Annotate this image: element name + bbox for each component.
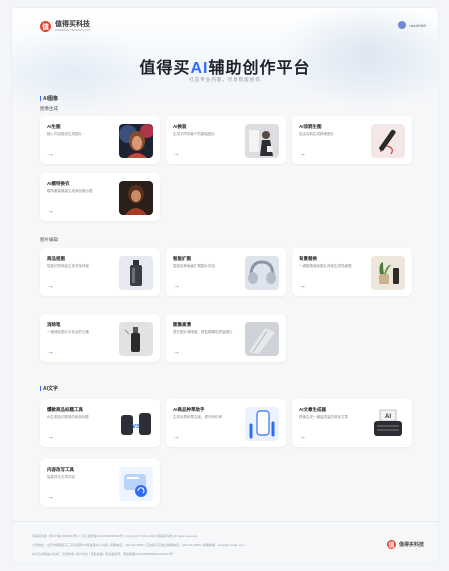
arrow-icon[interactable]: → xyxy=(173,434,180,441)
card-ai-doodle[interactable]: AI涂鸦生图 自由涂鸦生成精美图片 → xyxy=(292,116,412,164)
phone-earbuds-thumbnail xyxy=(245,407,279,441)
card-eraser[interactable]: 消除笔 一键消除图片中多余的元素 → xyxy=(40,314,160,362)
card-ai-model-outfit[interactable]: AI模特换衣 模特服装换装生成商品展示图 → xyxy=(40,173,160,221)
headphones-thumbnail xyxy=(245,256,279,290)
pen-drawing-thumbnail xyxy=(371,124,405,158)
model-fashion-thumbnail xyxy=(119,181,153,215)
card-smart-expand[interactable]: 智能扩图 智能延伸画面扩展图片内容 → xyxy=(166,248,286,296)
logo-subtitle: ZHIDEMAI TECHNOLOGY xyxy=(55,28,92,32)
footer-logo-name: 值得买科技 xyxy=(398,542,424,548)
card-title-tool[interactable]: 爆款商品标题工具 AI生成吸引眼球的商品标题 → vs xyxy=(40,399,160,447)
site-logo[interactable]: 值 值得买科技 ZHIDEMAI TECHNOLOGY xyxy=(40,21,91,32)
card-ai-outfit[interactable]: AI换装 生成不同场景下的服装图片 → xyxy=(166,116,286,164)
arrow-icon[interactable]: → xyxy=(299,434,306,441)
products-vs-thumbnail: vs xyxy=(119,407,153,441)
bottle-eraser-thumbnail xyxy=(119,322,153,356)
user-menu[interactable]: user6389 xyxy=(398,21,426,29)
card-product-cutout[interactable]: 商品抠图 智能识别商品主体去除背景 → xyxy=(40,248,160,296)
arrow-icon[interactable]: → xyxy=(173,349,180,356)
arrow-icon[interactable]: → xyxy=(47,494,54,501)
perfume-bottle-thumbnail xyxy=(119,256,153,290)
arrow-icon[interactable]: → xyxy=(47,349,54,356)
plant-pot-thumbnail xyxy=(371,256,405,290)
card-article-generator[interactable]: AI文章生成器 快速生成一篇高质量的原创文章 → AI xyxy=(292,399,412,447)
footer-notice: 本平台内容由AI生成，仅供参考 | 用户协议 | 隐私政策 | 算法备案号：网信… xyxy=(32,552,173,556)
hd-lines-thumbnail xyxy=(245,322,279,356)
section-title-ai-text: AI文字 xyxy=(40,385,58,392)
arrow-icon[interactable]: → xyxy=(299,151,306,158)
footer-copyright: 值得买科技 | 京ICP备13009594号-1 | 京公网安备11010502… xyxy=(32,534,198,538)
section-title-ai-image: AI图像 xyxy=(40,95,58,102)
card-image-hd[interactable]: 图像高清 提升图片清晰度，修复模糊低质量图片 → xyxy=(166,314,286,362)
portrait-woman-thumbnail xyxy=(119,124,153,158)
svg-text:vs: vs xyxy=(132,423,140,430)
arrow-icon[interactable]: → xyxy=(47,208,54,215)
card-bg-replace[interactable]: 背景替换 一键替换商品图片背景生成场景图 → xyxy=(292,248,412,296)
logo-name: 值得买科技 xyxy=(55,21,90,28)
arrow-icon[interactable]: → xyxy=(47,283,54,290)
footer-address: 公司地址：北京市朝阳区东三环北路甲19号嘉盛中心22层 | 客服电话：400-0… xyxy=(32,543,245,547)
arrow-icon[interactable]: → xyxy=(299,283,306,290)
arrow-icon[interactable]: → xyxy=(173,151,180,158)
rewrite-doc-thumbnail xyxy=(119,467,153,501)
arrow-icon[interactable]: → xyxy=(47,151,54,158)
footer-logo[interactable]: 值 值得买科技 xyxy=(386,540,424,549)
group-title-image-edit: 图片编辑 xyxy=(40,237,58,242)
outfit-model-thumbnail xyxy=(245,124,279,158)
typewriter-thumbnail: AI xyxy=(371,407,405,441)
svg-text:AI: AI xyxy=(385,414,391,420)
page: 值 值得买科技 ZHIDEMAI TECHNOLOGY user6389 值得买… xyxy=(12,8,438,563)
card-rewrite-tool[interactable]: 内容改写工具 智能改写文章内容 → xyxy=(40,459,160,507)
user-name[interactable]: user6389 xyxy=(409,23,426,28)
page-subtitle: 打造专业内容，尽享智能创作 xyxy=(189,77,261,82)
arrow-icon[interactable]: → xyxy=(173,283,180,290)
footer: 值得买科技 | 京ICP备13009594号-1 | 京公网安备11010502… xyxy=(12,521,438,563)
page-title: 值得买AI辅助创作平台 xyxy=(139,60,311,77)
footer-logo-mark-icon: 值 xyxy=(386,540,396,549)
card-seeding-assistant[interactable]: AI商品种草助手 生成优质种草文案，提升转化率 → xyxy=(166,399,286,447)
logo-mark-icon: 值 xyxy=(40,21,51,32)
avatar[interactable] xyxy=(398,21,407,29)
card-ai-image-gen[interactable]: AI生图 输入内容描述生成图片... → xyxy=(40,116,160,164)
group-title-image-gen: 图像生成 xyxy=(40,106,58,111)
arrow-icon[interactable]: → xyxy=(47,434,54,441)
